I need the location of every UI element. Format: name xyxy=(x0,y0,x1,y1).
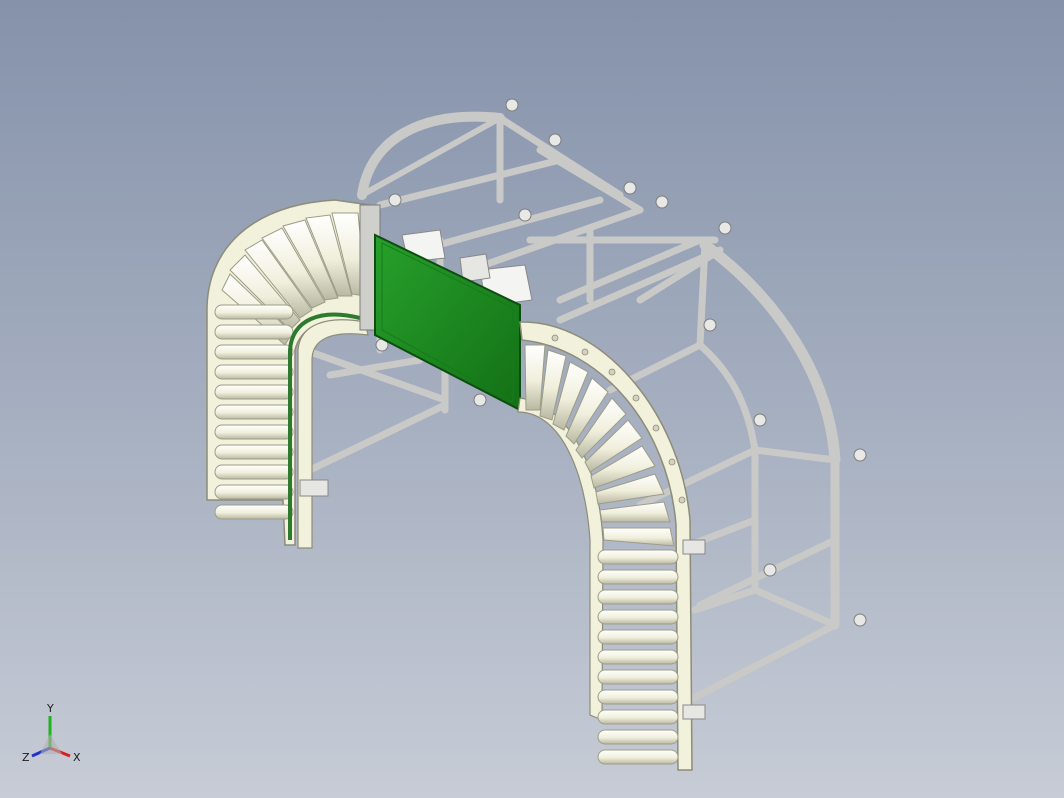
x-axis-label: X xyxy=(73,751,81,764)
3d-viewport[interactable]: Y X Z xyxy=(0,0,1064,798)
conveyor-model[interactable] xyxy=(0,0,1064,798)
y-axis-label: Y xyxy=(46,702,54,715)
orientation-triad-icon: Y X Z xyxy=(22,702,81,764)
z-axis-label: Z xyxy=(22,751,30,764)
